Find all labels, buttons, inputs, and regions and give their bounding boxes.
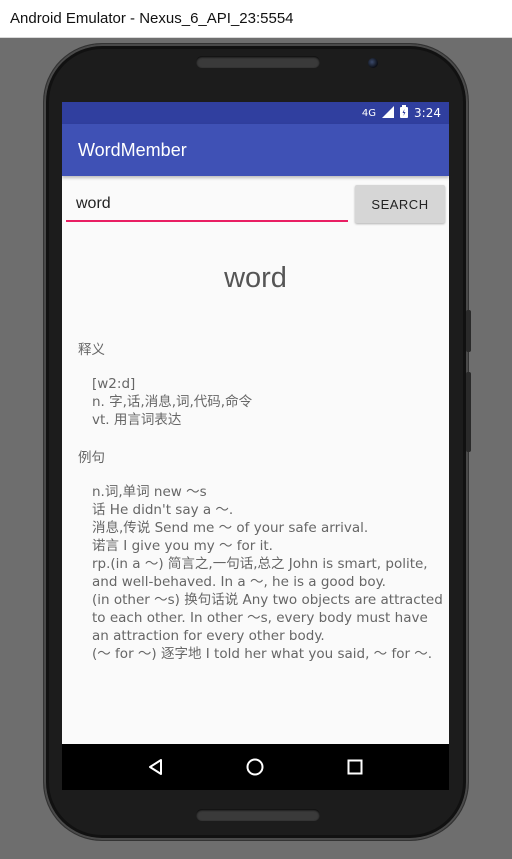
search-row: SEARCH	[62, 176, 449, 232]
definition-line: [w2:d]	[92, 376, 136, 392]
volume-button[interactable]	[466, 372, 471, 452]
search-input[interactable]	[66, 188, 348, 222]
example-line: 诺言 I give you my ～ for it.	[92, 538, 273, 554]
example-line: n.词,单词 new ～s	[92, 484, 207, 500]
definition-block: [w2:d] n. 字,话,消息,词,代码,命令 vt. 用言词表达	[62, 375, 449, 429]
network-type: 4G	[361, 107, 377, 119]
example-line: (in other ～s) 换句话说 Any two objects are a…	[92, 592, 448, 644]
power-button[interactable]	[466, 310, 471, 352]
definition-heading: 释义	[78, 342, 105, 358]
home-icon[interactable]	[243, 755, 267, 779]
app-title: WordMember	[78, 139, 187, 160]
clock: 3:24	[414, 106, 441, 120]
examples-block: n.词,单词 new ～s 话 He didn't say a ～. 消息,传说…	[62, 483, 449, 663]
back-icon[interactable]	[144, 755, 168, 779]
window-title: Android Emulator - Nexus_6_API_23:5554	[0, 0, 512, 38]
front-camera	[368, 58, 378, 68]
example-line: 消息,传说 Send me ～ of your safe arrival.	[92, 520, 369, 536]
examples-heading: 例句	[78, 450, 105, 466]
navigation-bar	[62, 744, 449, 790]
example-line: 话 He didn't say a ～.	[92, 502, 234, 518]
search-button[interactable]: SEARCH	[355, 185, 445, 223]
device-screen: 4G 3:24 WordMember SEARCH word 释义 [w2:d]…	[62, 102, 449, 744]
top-speaker	[196, 56, 320, 68]
status-bar: 4G 3:24	[62, 102, 449, 124]
app-bar: WordMember	[62, 124, 449, 176]
bottom-speaker	[196, 809, 320, 821]
definition-line: vt. 用言词表达	[92, 412, 182, 428]
example-line: (～ for ～) 逐字地 I told her what you said, …	[92, 646, 433, 662]
word-heading: word	[224, 262, 287, 294]
signal-icon	[382, 105, 395, 121]
battery-icon	[400, 105, 409, 121]
example-line: rp.(in a ～) 简言之,一句话,总之 John is smart, po…	[92, 556, 432, 590]
recents-icon[interactable]	[343, 755, 367, 779]
definition-line: n. 字,话,消息,词,代码,命令	[92, 394, 253, 410]
